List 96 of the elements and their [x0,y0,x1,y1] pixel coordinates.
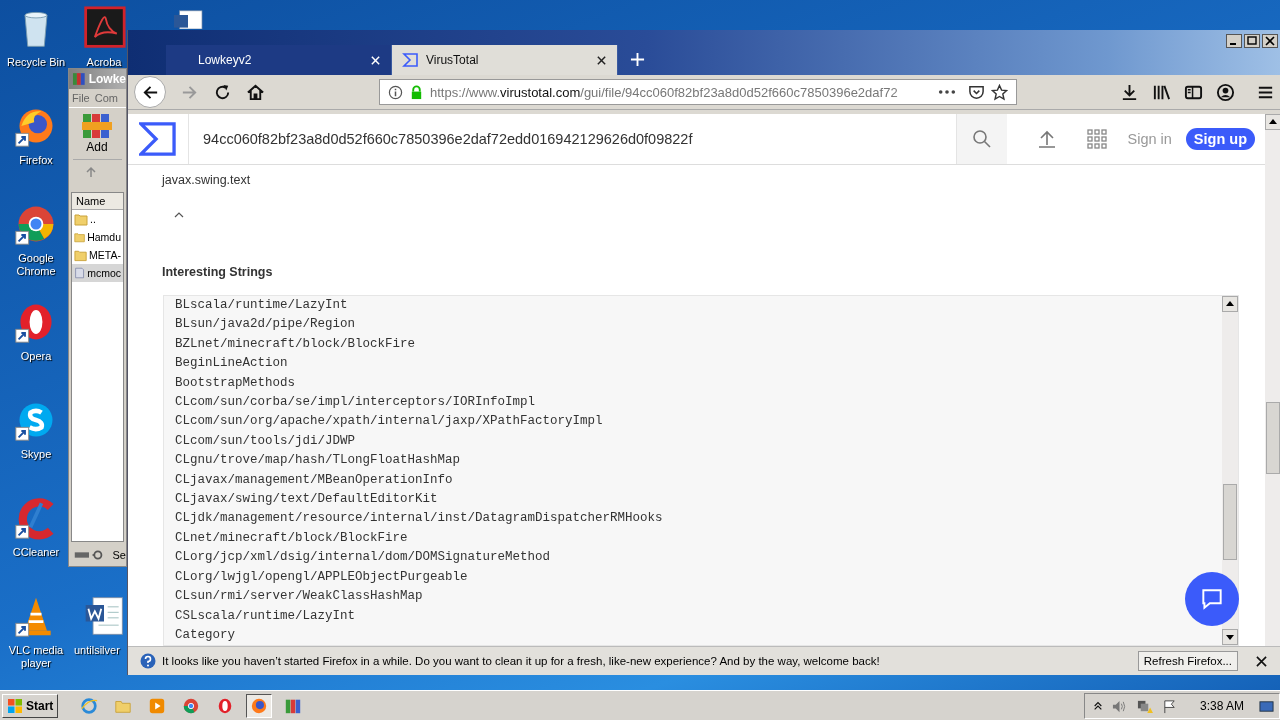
search-icon[interactable] [972,129,993,149]
folder-icon [74,248,88,262]
folder-icon [74,230,86,244]
back-button[interactable] [134,76,166,108]
file-row[interactable]: Hamdu [72,228,123,246]
string-line: CLcom/sun/tools/jdi/JDWP [175,432,356,450]
section-title: Interesting Strings [162,265,274,279]
icon-label: Firefox [18,154,54,167]
list-item: javax.swing.text [162,173,252,187]
windows-logo-icon [7,698,23,714]
string-line: CLgnu/trove/map/hash/TLongFloatHashMap [175,452,461,470]
icon-label: Opera [19,350,53,363]
scroll-thumb[interactable] [1223,484,1237,560]
icon-label: Acroba [85,56,123,69]
file-row[interactable]: META- [72,246,123,264]
browser-tab[interactable]: VirusTotal [392,45,618,75]
string-line: CLorg/lwjgl/opengl/APPLEObjectPurgeable [175,568,468,586]
file-icon [74,266,86,280]
string-line: CLsun/rmi/server/WeakClassHashMap [175,588,423,606]
help-icon [140,653,156,669]
string-line: BootstrapMethods [175,374,296,392]
scroll-down-icon[interactable] [1222,629,1238,645]
star-icon[interactable] [991,83,1008,101]
string-line: CLjavax/swing/text/DefaultEditorKit [175,491,438,509]
string-line: Category [175,626,235,644]
string-line: BLscala/runtime/LazyInt [175,297,348,314]
lock-icon [409,84,424,100]
app-icon [250,697,269,715]
string-line: BeginLineAction [175,355,288,373]
books-icon [72,72,86,86]
icon-label: CCleaner [11,546,61,559]
string-line: BLsun/java2d/pipe/Region [175,316,356,334]
folder-icon [74,212,88,226]
scroll-up-icon[interactable] [1265,114,1280,130]
file-row[interactable]: .. [72,210,123,228]
pocket-icon[interactable] [968,83,985,101]
hash-field[interactable]: 94cc060f82bf23a8d0d52f660c7850396e2daf72edd016942129626d0f09822f [189,131,957,147]
app-icon [284,697,303,715]
add-button[interactable]: Add [73,110,121,156]
document-shortcut-icon[interactable] [82,6,126,50]
close-icon[interactable] [1262,34,1278,48]
string-line: CLorg/jcp/xml/dsig/internal/dom/DOMSignatureMethod [175,549,551,567]
icon-label: VLC media player [7,644,65,670]
string-line: CLcom/sun/org/apache/xpath/internal/jaxp/XPathFactoryImpl [175,413,603,431]
browser-tab[interactable]: Lowkeyv2 [166,45,392,75]
icon-label: Google Chrome [15,252,57,278]
maximize-icon[interactable] [1244,34,1260,48]
string-line: CLjavax/management/MBeanOperationInfo [175,471,453,489]
chat-bubble-icon [1199,586,1225,612]
new-tab-icon[interactable] [630,52,645,67]
address-bar[interactable]: https://www.virustotal.com/gui/file/94cc060f82bf23a8d0d52f660c7850396e2daf72 [379,79,1017,105]
chevron-up-icon[interactable] [1092,701,1103,711]
icon-label: untilsilver [73,644,121,657]
sign-up-button[interactable]: Sign up [1185,128,1255,150]
close-icon[interactable] [596,54,607,66]
menu-item[interactable]: Com [94,92,118,104]
sigma-logo-icon[interactable] [139,122,177,156]
string-line: BZLnet/minecraft/block/BlockFire [175,335,416,353]
start-button[interactable]: Start [2,694,59,718]
apps-grid-icon[interactable] [1087,129,1108,149]
network-warning-icon[interactable] [1135,698,1153,714]
window-title: Lowke [88,72,126,86]
app-icon [148,697,167,715]
upload-icon[interactable] [1037,129,1058,149]
reload-icon[interactable] [213,82,232,102]
notification-text: It looks like you haven’t started Firefox in a while. Do you want to clean it up for a fresh, like-new experience? And by the way, welcome back! [162,655,881,667]
string-line: CSLscala/runtime/LazyInt [175,607,356,625]
app-icon [80,697,99,715]
app-icon [182,697,201,715]
books-icon [82,112,112,140]
show-desktop-icon[interactable] [1258,698,1275,714]
collapse-caret-icon[interactable] [173,211,185,219]
url-text: https://www.virustotal.com/gui/file/94cc060f82bf23a8d0d52f660c7850396e2daf72 [430,84,899,100]
icon-label: Skype [19,448,53,461]
more-icon[interactable] [938,88,956,96]
account-icon[interactable] [1216,82,1235,102]
scroll-thumb[interactable] [1266,402,1280,474]
clock[interactable]: 3:38 AM [1199,699,1244,713]
home-icon[interactable] [246,82,265,102]
string-line: CLcom/sun/corba/se/impl/interceptors/IORInfoImpl [175,394,536,412]
string-line: CLnet/minecraft/block/BlockFire [175,529,408,547]
speaker-icon[interactable] [1110,698,1128,714]
string-line: CLjdk/management/resource/internal/inst/DatagramDispatcherRMHooks [175,510,663,528]
info-icon[interactable] [388,84,403,100]
column-header[interactable]: Name [72,193,123,210]
sigma-logo-icon [402,52,418,68]
file-row[interactable]: mcmoc [72,264,123,282]
close-icon[interactable] [1256,655,1267,667]
taskbar-app[interactable] [246,694,273,718]
refresh-firefox-button[interactable]: Refresh Firefox... [1137,651,1238,671]
status-text: Se [112,549,126,561]
icon-label: Recycle Bin [5,56,67,69]
scroll-up-icon[interactable] [1222,296,1238,312]
download-icon[interactable] [1120,82,1139,102]
menu-item[interactable]: File [72,92,90,104]
minimize-icon[interactable] [1226,34,1242,48]
